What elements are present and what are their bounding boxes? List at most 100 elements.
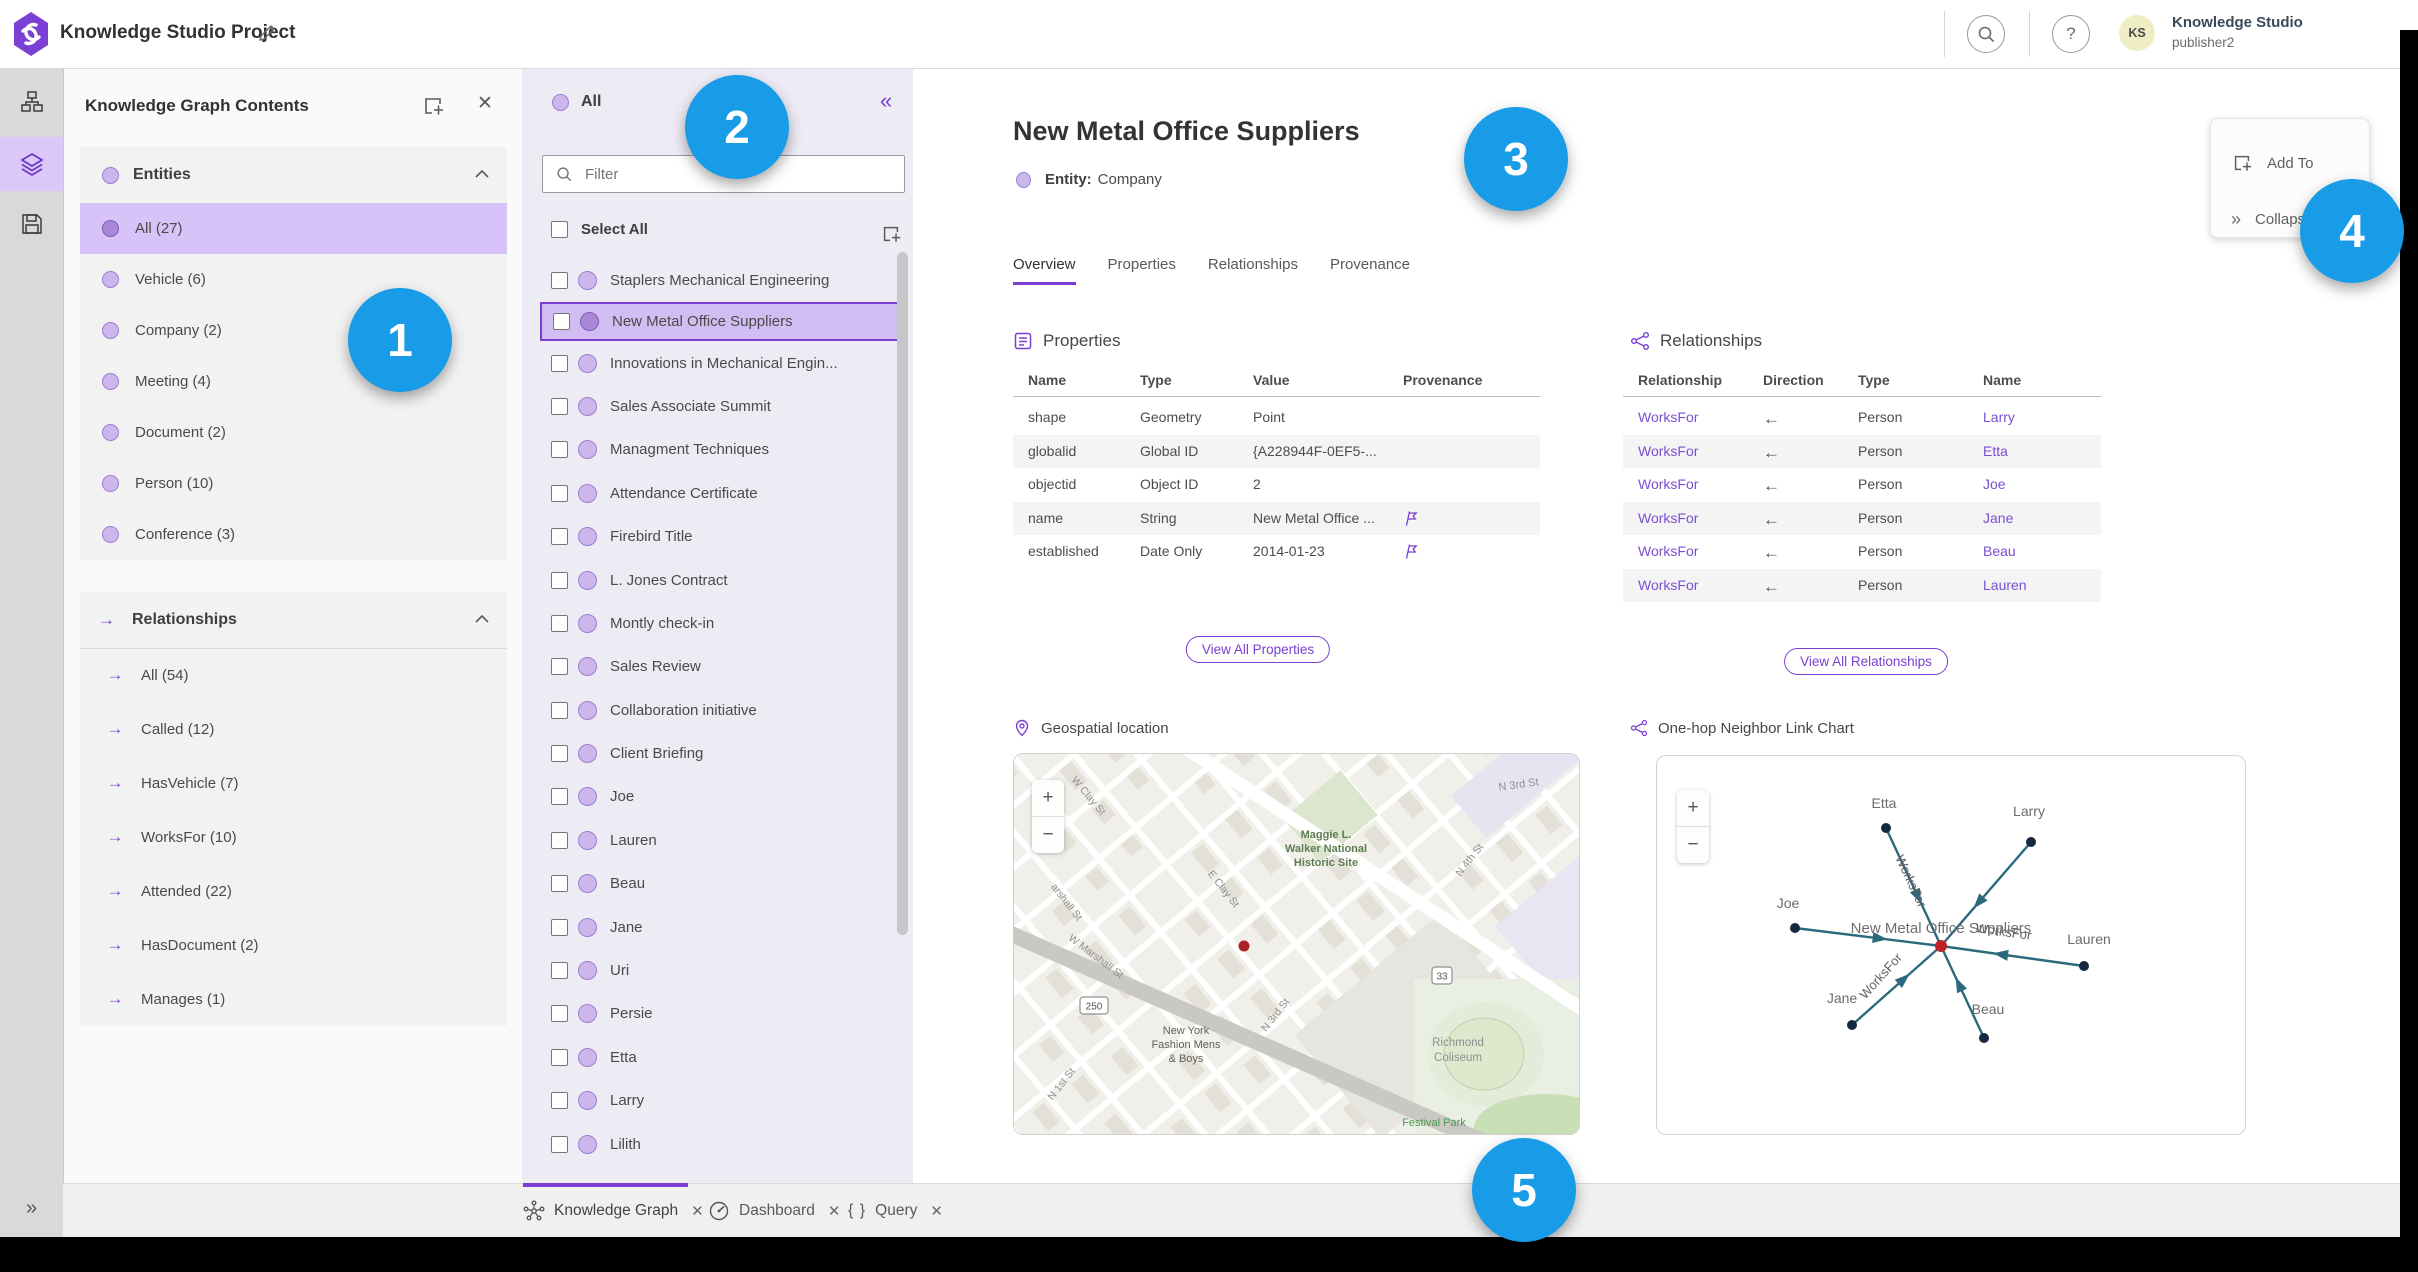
sidebar-item-relationship[interactable]: → Attended (22) bbox=[80, 864, 507, 918]
list-item[interactable]: Lilith bbox=[522, 1122, 913, 1165]
tab-properties[interactable]: Properties bbox=[1108, 256, 1176, 285]
select-all-checkbox[interactable] bbox=[551, 221, 568, 238]
help-button[interactable]: ? bbox=[2052, 15, 2090, 53]
item-checkbox[interactable] bbox=[553, 313, 570, 331]
list-item[interactable]: Montly check-in bbox=[522, 602, 913, 645]
view-all-properties-button[interactable]: View All Properties bbox=[1185, 636, 1331, 663]
tab-knowledge-graph[interactable]: Knowledge Graph ✕ bbox=[523, 1184, 704, 1238]
item-checkbox[interactable] bbox=[551, 831, 568, 849]
tab-provenance[interactable]: Provenance bbox=[1330, 256, 1410, 285]
zoom-out-button[interactable]: − bbox=[1677, 827, 1709, 863]
graph-center-node[interactable] bbox=[1935, 940, 1947, 952]
entity-name-link[interactable]: Joe bbox=[1983, 476, 2006, 492]
list-item[interactable]: Sales Associate Summit bbox=[522, 385, 913, 428]
tab-query[interactable]: { } Query ✕ bbox=[848, 1184, 943, 1238]
list-item[interactable]: Firebird Title bbox=[522, 515, 913, 558]
close-tab-icon[interactable]: ✕ bbox=[691, 1202, 704, 1220]
list-item[interactable]: Lauren bbox=[522, 819, 913, 862]
collapse-panel-button[interactable]: « bbox=[880, 88, 892, 114]
add-to-new-map-icon[interactable] bbox=[421, 94, 445, 118]
add-to-menu-item[interactable]: Add To bbox=[2231, 152, 2313, 174]
save-button[interactable] bbox=[0, 197, 63, 251]
expand-rail-button[interactable]: » bbox=[0, 1181, 63, 1235]
item-checkbox[interactable] bbox=[551, 484, 568, 502]
list-item[interactable]: Client Briefing bbox=[522, 732, 913, 775]
relationships-section-header[interactable]: → Relationships bbox=[80, 592, 507, 649]
list-item[interactable]: Uri bbox=[522, 949, 913, 992]
relationship-link[interactable]: WorksFor bbox=[1638, 510, 1698, 526]
sidebar-item-entity[interactable]: Vehicle (6) bbox=[80, 254, 507, 305]
item-checkbox[interactable] bbox=[551, 397, 568, 415]
list-item[interactable]: Collaboration initiative bbox=[522, 689, 913, 732]
list-item[interactable]: Persie bbox=[522, 992, 913, 1035]
sidebar-item-entity[interactable]: Document (2) bbox=[80, 407, 507, 458]
graph-node[interactable] bbox=[1847, 1020, 1857, 1030]
entity-name-link[interactable]: Jane bbox=[1983, 510, 2013, 526]
list-item[interactable]: Managment Techniques bbox=[522, 428, 913, 471]
item-checkbox[interactable] bbox=[551, 745, 568, 763]
add-to-new-map-icon[interactable] bbox=[880, 223, 902, 245]
tab-relationships[interactable]: Relationships bbox=[1208, 256, 1298, 285]
entities-section-header[interactable]: Entities bbox=[80, 147, 507, 204]
list-item[interactable]: Staplers Mechanical Engineering bbox=[522, 259, 913, 302]
list-item[interactable]: New Metal Office Suppliers bbox=[540, 302, 902, 342]
list-item[interactable]: Innovations in Mechanical Engin... bbox=[522, 341, 913, 384]
list-item[interactable]: L. Jones Contract bbox=[522, 558, 913, 601]
item-checkbox[interactable] bbox=[551, 571, 568, 589]
graph-node[interactable] bbox=[1790, 923, 1800, 933]
graph-node[interactable] bbox=[1979, 1033, 1989, 1043]
view-all-relationships-button[interactable]: View All Relationships bbox=[1784, 648, 1948, 675]
entity-name-link[interactable]: Beau bbox=[1983, 543, 2016, 559]
sidebar-item-relationship[interactable]: → WorksFor (10) bbox=[80, 810, 507, 864]
sidebar-item-relationship[interactable]: → All (54) bbox=[80, 648, 507, 702]
item-checkbox[interactable] bbox=[551, 354, 568, 372]
item-checkbox[interactable] bbox=[551, 272, 568, 290]
scrollbar-thumb[interactable] bbox=[897, 252, 908, 935]
zoom-out-button[interactable]: − bbox=[1032, 817, 1064, 853]
link-chart[interactable]: WorksFor WorksFor WorksFor Etta Larry Joe Laur… bbox=[1656, 755, 2246, 1135]
list-item[interactable]: Beau bbox=[522, 862, 913, 905]
relationship-link[interactable]: WorksFor bbox=[1638, 577, 1698, 593]
relationship-link[interactable]: WorksFor bbox=[1638, 543, 1698, 559]
item-checkbox[interactable] bbox=[551, 875, 568, 893]
sidebar-item-entity[interactable]: Conference (3) bbox=[80, 509, 507, 560]
item-checkbox[interactable] bbox=[551, 1048, 568, 1066]
close-panel-button[interactable]: ✕ bbox=[477, 92, 493, 115]
entity-name-link[interactable]: Etta bbox=[1983, 443, 2008, 459]
list-item[interactable]: Sales Review bbox=[522, 645, 913, 688]
relationship-link[interactable]: WorksFor bbox=[1638, 443, 1698, 459]
item-checkbox[interactable] bbox=[551, 701, 568, 719]
item-checkbox[interactable] bbox=[551, 962, 568, 980]
relationship-link[interactable]: WorksFor bbox=[1638, 409, 1698, 425]
item-checkbox[interactable] bbox=[551, 528, 568, 546]
avatar[interactable]: KS bbox=[2119, 15, 2155, 51]
layers-button[interactable] bbox=[0, 137, 63, 191]
sidebar-item-relationship[interactable]: → Manages (1) bbox=[80, 972, 507, 1026]
item-checkbox[interactable] bbox=[551, 1135, 568, 1153]
sidebar-item-entity[interactable]: Person (10) bbox=[80, 458, 507, 509]
item-checkbox[interactable] bbox=[551, 1005, 568, 1023]
sidebar-item-relationship[interactable]: → HasDocument (2) bbox=[80, 918, 507, 972]
sidebar-item-relationship[interactable]: → Called (12) bbox=[80, 702, 507, 756]
relationship-link[interactable]: WorksFor bbox=[1638, 476, 1698, 492]
list-item[interactable]: Attendance Certificate bbox=[522, 472, 913, 515]
graph-node[interactable] bbox=[1881, 823, 1891, 833]
list-item[interactable]: Etta bbox=[522, 1036, 913, 1079]
graph-node[interactable] bbox=[2026, 837, 2036, 847]
map[interactable]: 250 33 W Clay St N 3rd St Maggie L. Walker Na… bbox=[1013, 753, 1580, 1135]
close-tab-icon[interactable]: ✕ bbox=[930, 1202, 943, 1220]
zoom-in-button[interactable]: + bbox=[1677, 790, 1709, 827]
data-model-button[interactable] bbox=[0, 75, 63, 129]
sidebar-item-entity[interactable]: All (27) bbox=[80, 203, 507, 254]
search-button[interactable] bbox=[1967, 15, 2005, 53]
graph-node[interactable] bbox=[2079, 961, 2089, 971]
entity-name-link[interactable]: Larry bbox=[1983, 409, 2015, 425]
close-tab-icon[interactable]: ✕ bbox=[828, 1202, 841, 1220]
list-item[interactable]: Larry bbox=[522, 1079, 913, 1122]
edit-title-icon[interactable] bbox=[256, 22, 278, 44]
list-item[interactable]: Jane bbox=[522, 905, 913, 948]
sidebar-item-relationship[interactable]: → HasVehicle (7) bbox=[80, 756, 507, 810]
item-checkbox[interactable] bbox=[551, 788, 568, 806]
item-checkbox[interactable] bbox=[551, 918, 568, 936]
entity-name-link[interactable]: Lauren bbox=[1983, 577, 2027, 593]
